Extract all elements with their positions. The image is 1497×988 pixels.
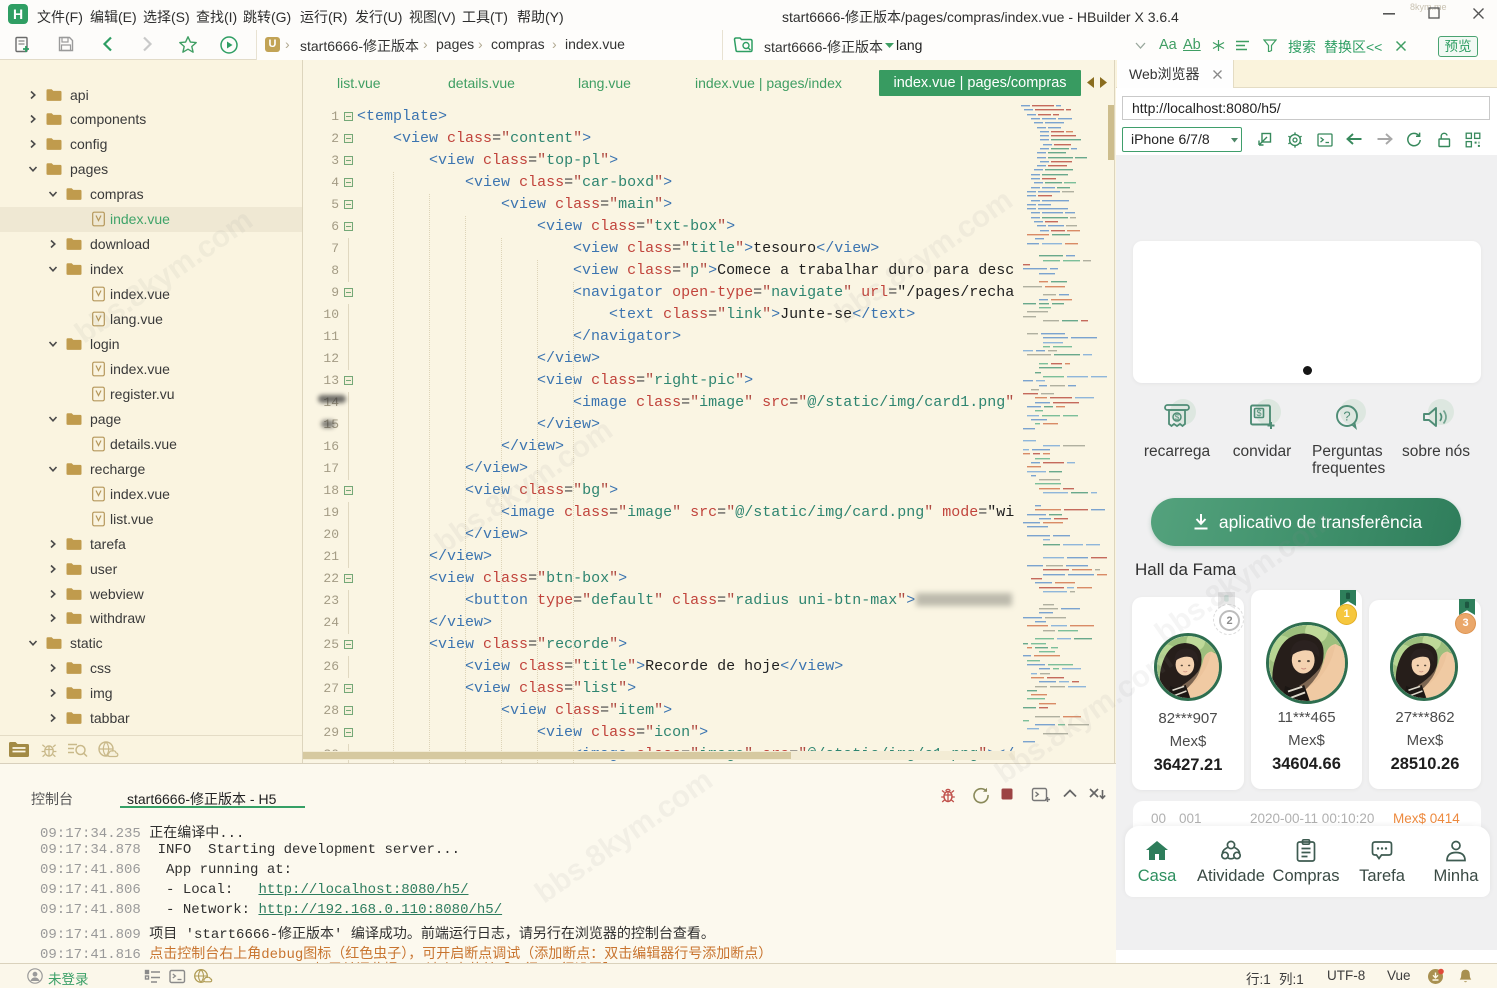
svg-text:$: $ [1256,408,1261,418]
svg-text:?: ? [1343,409,1350,424]
svg-text:$: $ [1175,413,1180,422]
